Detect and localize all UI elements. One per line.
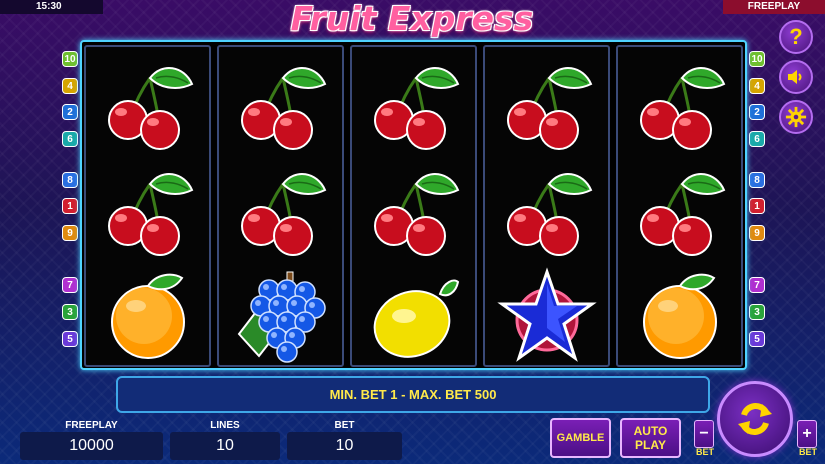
gamble-button[interactable]: GAMBLE <box>550 418 611 458</box>
payline-right-1: 1 <box>749 198 765 214</box>
autoplay-label-auto: AUTO <box>633 424 668 438</box>
gear-icon <box>785 106 807 128</box>
payline-right-3: 3 <box>749 304 765 320</box>
payline-right-2: 2 <box>749 104 765 120</box>
lines-value[interactable]: 10 <box>170 432 280 460</box>
payline-left-4: 4 <box>62 78 78 94</box>
payline-right-7: 7 <box>749 277 765 293</box>
bet-minus-text: BET <box>696 447 714 457</box>
reels-area <box>80 40 747 370</box>
settings-button[interactable] <box>779 100 813 134</box>
autoplay-button[interactable]: AUTO PLAY <box>620 418 681 458</box>
payline-right-10: 10 <box>749 51 765 67</box>
cherry-symbol <box>86 51 209 157</box>
orange-symbol <box>86 263 209 369</box>
payline-left-2: 2 <box>62 104 78 120</box>
payline-left-9: 9 <box>62 225 78 241</box>
lines-label: LINES <box>210 420 240 431</box>
grapes-symbol <box>219 263 342 369</box>
payline-right-4: 4 <box>749 78 765 94</box>
payline-left-8: 8 <box>62 172 78 188</box>
game-title: Fruit Express <box>290 0 534 38</box>
freeplay-label: FREEPLAY <box>65 420 118 431</box>
star-symbol <box>485 263 608 369</box>
cherry-symbol <box>618 157 741 263</box>
payline-right-9: 9 <box>749 225 765 241</box>
payline-left-5: 5 <box>62 331 78 347</box>
payline-right-8: 8 <box>749 172 765 188</box>
payline-left-3: 3 <box>62 304 78 320</box>
question-icon: ? <box>789 24 803 49</box>
freeplay-value: 10000 <box>20 432 163 460</box>
orange-symbol <box>618 263 741 369</box>
cherry-symbol <box>618 51 741 157</box>
autoplay-label-play: PLAY <box>635 438 666 452</box>
spin-icon <box>738 403 772 435</box>
payline-left-1: 1 <box>62 198 78 214</box>
mode-badge: FREEPLAY <box>723 0 825 14</box>
reel-2 <box>217 45 344 367</box>
payline-left-10: 10 <box>62 51 78 67</box>
payline-right-6: 6 <box>749 131 765 147</box>
bet-minus-button[interactable]: − <box>694 420 714 448</box>
payline-right-5: 5 <box>749 331 765 347</box>
sound-icon <box>788 70 802 84</box>
cherry-symbol <box>219 157 342 263</box>
payline-left-6: 6 <box>62 131 78 147</box>
reel-4 <box>483 45 610 367</box>
reel-5 <box>616 45 743 367</box>
bet-value[interactable]: 10 <box>287 432 402 460</box>
cherry-symbol <box>219 51 342 157</box>
bet-info: MIN. BET 1 - MAX. BET 500 <box>116 376 710 413</box>
lemon-symbol <box>352 263 475 369</box>
cherry-symbol <box>352 157 475 263</box>
gamble-label: GAMBLE <box>556 432 605 444</box>
bet-plus-button[interactable]: + <box>797 420 817 448</box>
reel-1 <box>84 45 211 367</box>
cherry-symbol <box>485 51 608 157</box>
reel-3 <box>350 45 477 367</box>
clock: 15:30 <box>0 0 103 14</box>
sound-button[interactable] <box>779 60 813 94</box>
bet-plus-text: BET <box>799 447 817 457</box>
cherry-symbol <box>86 157 209 263</box>
spin-button[interactable] <box>717 381 793 457</box>
cherry-symbol <box>352 51 475 157</box>
bet-label: BET <box>334 420 355 431</box>
cherry-symbol <box>485 157 608 263</box>
payline-left-7: 7 <box>62 277 78 293</box>
help-button[interactable]: ? <box>779 20 813 54</box>
